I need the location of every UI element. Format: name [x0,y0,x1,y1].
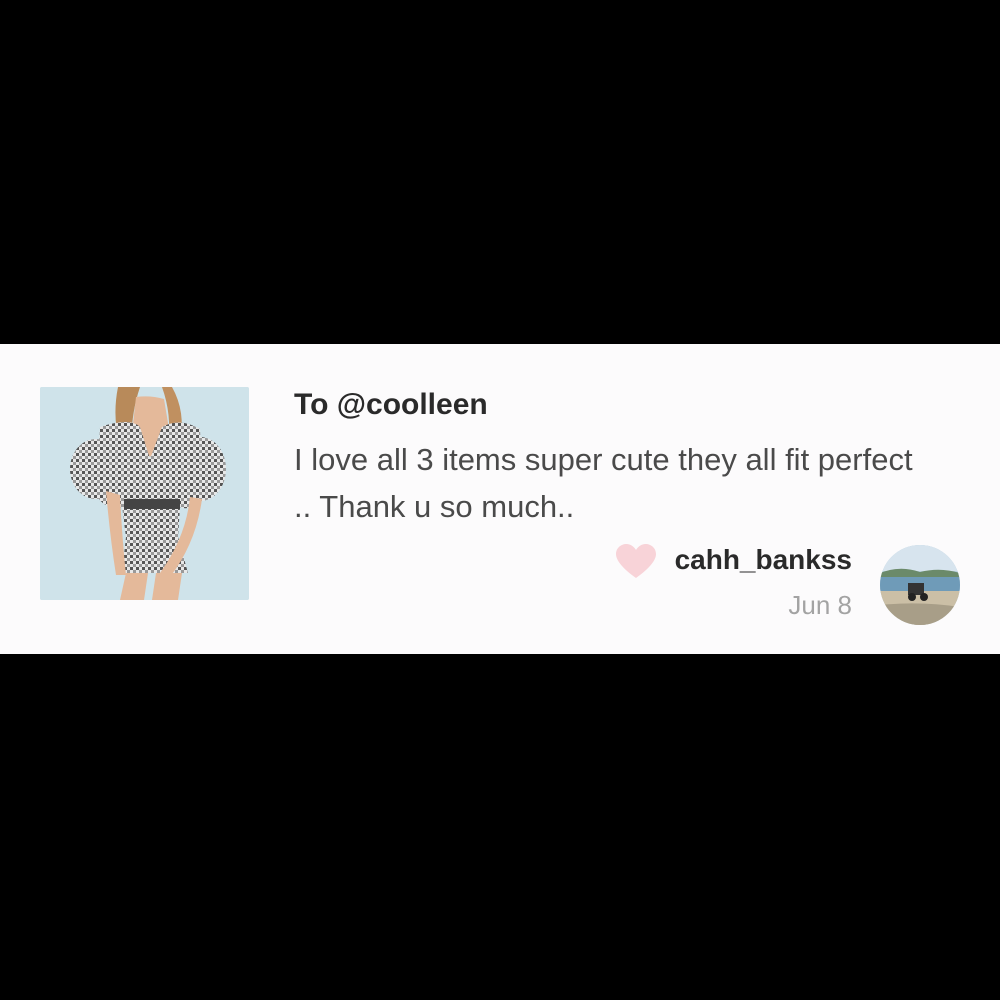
avatar-photo [880,545,960,625]
reviewer-username[interactable]: cahh_bankss [675,544,852,576]
avatar[interactable] [880,545,960,625]
screen: To @coolleen I love all 3 items super cu… [0,0,1000,1000]
review-card: To @coolleen I love all 3 items super cu… [0,344,1000,654]
review-date: Jun 8 [788,590,852,620]
heart-icon[interactable] [616,544,656,580]
review-text: I love all 3 items super cute they all f… [294,442,913,524]
product-image[interactable] [40,387,249,600]
product-photo [40,387,249,600]
review-recipient[interactable]: To @coolleen [294,388,488,422]
